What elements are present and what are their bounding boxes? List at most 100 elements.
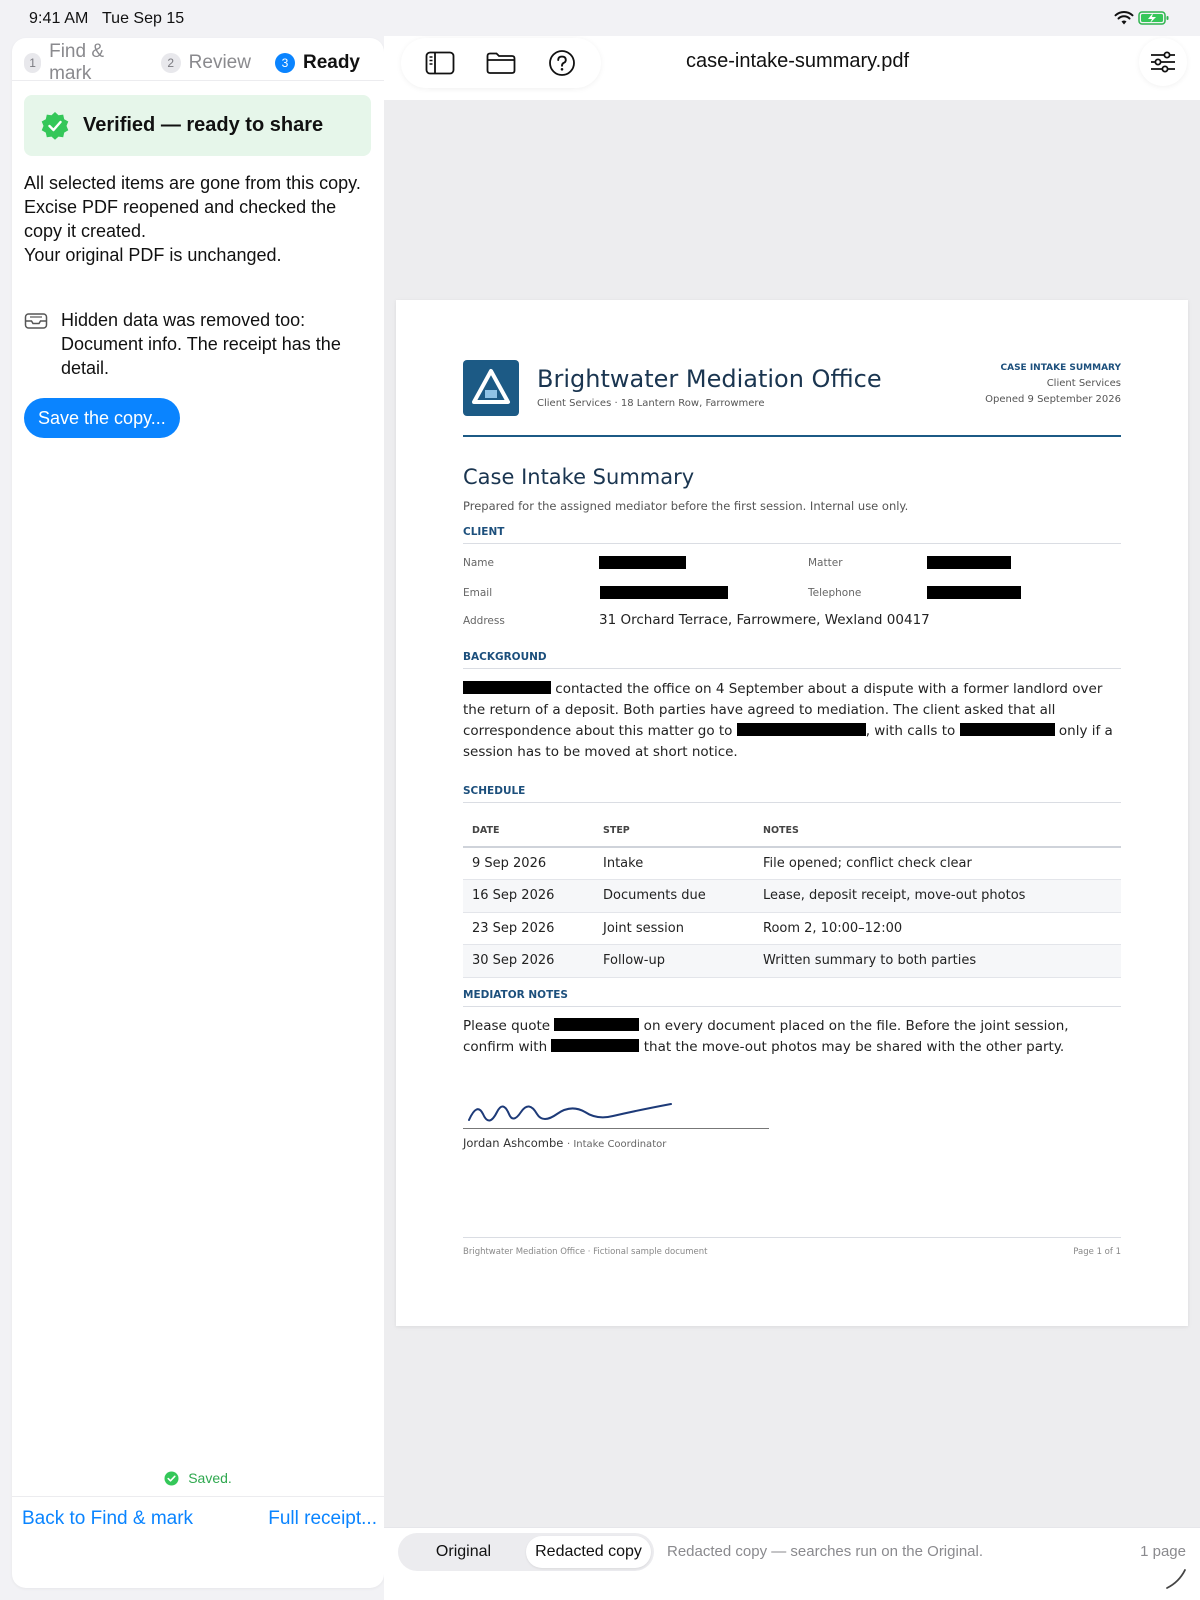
wifi-icon <box>1114 11 1134 25</box>
table-row: 16 Sep 2026 Documents due Lease, deposit… <box>463 879 1121 913</box>
mediator-notes-paragraph: Please quote on every document placed on… <box>463 1016 1123 1058</box>
message-line: Excise PDF reopened and checked the copy… <box>24 197 337 241</box>
open-file-button[interactable] <box>484 46 518 80</box>
org-address: Client Services · 18 Lantern Row, Farrow… <box>537 398 765 409</box>
background-paragraph: contacted the office on 4 September abou… <box>463 679 1123 763</box>
help-button[interactable] <box>545 46 579 80</box>
step-number: 1 <box>24 53 42 73</box>
verified-badge-icon <box>41 111 69 140</box>
paragraph-text: Please quote <box>463 1018 555 1034</box>
field-label-name: Name <box>463 557 494 569</box>
column-header: STEP <box>594 814 754 848</box>
hidden-data-text: Hidden data was removed too: Document in… <box>61 310 341 378</box>
doc-heading: Case Intake Summary <box>463 465 695 489</box>
doc-kind: CASE INTAKE SUMMARY <box>1000 363 1122 373</box>
field-value-address: 31 Orchard Terrace, Farrowmere, Wexland … <box>599 612 930 628</box>
page-count: 1 page <box>1140 1543 1186 1560</box>
signatory-name: Jordan Ashcombe <box>463 1136 564 1150</box>
org-name: Brightwater Mediation Office <box>537 365 882 393</box>
paragraph-text: , with calls to <box>865 723 960 739</box>
signatory: Jordan Ashcombe · Intake Coordinator <box>463 1136 666 1150</box>
document-title: case-intake-summary.pdf <box>685 50 910 72</box>
org-logo <box>463 360 519 416</box>
back-to-find-mark-link[interactable]: Back to Find & mark <box>22 1508 193 1530</box>
status-bar: 9:41 AM Tue Sep 15 <box>0 0 1200 36</box>
section-rule <box>463 1006 1121 1007</box>
table-cell: Documents due <box>594 879 754 913</box>
redaction-block <box>959 723 1055 736</box>
step-ready[interactable]: 3 Ready <box>274 52 360 74</box>
header-rule <box>463 435 1121 437</box>
resize-handle-icon[interactable] <box>1165 1566 1189 1590</box>
triangle-logo-icon <box>472 369 510 404</box>
message-line: All selected items are gone from this co… <box>24 173 361 193</box>
section-heading-background: BACKGROUND <box>463 651 547 663</box>
table-cell: 23 Sep 2026 <box>463 912 594 945</box>
table-cell: File opened; conflict check clear <box>754 847 1121 880</box>
schedule-table: DATE STEP NOTES 9 Sep 2026 Intake File o… <box>463 814 1121 978</box>
step-review[interactable]: 2 Review <box>160 52 251 74</box>
verified-banner: Verified — ready to share <box>24 95 371 156</box>
doc-department: Client Services <box>1046 378 1121 389</box>
section-heading-mediator-notes: MEDIATOR NOTES <box>463 989 568 1001</box>
signatory-role: · Intake Coordinator <box>566 1139 667 1150</box>
step-label: Ready <box>302 52 360 73</box>
folder-icon <box>486 52 516 74</box>
full-receipt-link[interactable]: Full receipt... <box>268 1508 377 1530</box>
divider <box>12 1496 384 1497</box>
redaction-block <box>600 586 728 599</box>
table-header-row: DATE STEP NOTES <box>463 814 1121 848</box>
segment-redacted-copy[interactable]: Redacted copy <box>526 1536 651 1568</box>
table-cell: Intake <box>594 847 754 880</box>
pdf-page: Brightwater Mediation Office Client Serv… <box>396 300 1188 1326</box>
column-header: DATE <box>463 814 594 848</box>
check-circle-icon <box>164 1471 179 1485</box>
status-time: 9:41 AM <box>29 10 89 27</box>
redaction-block <box>463 681 551 694</box>
step-find-mark[interactable]: 1 Find & mark <box>24 41 137 85</box>
toolbar-button-group <box>401 38 601 88</box>
battery-charging-icon <box>1138 11 1169 25</box>
field-label-address: Address <box>463 615 505 627</box>
table-cell: Lease, deposit receipt, move-out photos <box>754 879 1121 913</box>
redaction-block <box>551 1039 640 1052</box>
table-row: 23 Sep 2026 Joint session Room 2, 10:00–… <box>463 912 1121 945</box>
redaction-block <box>554 1018 640 1031</box>
table-cell: 16 Sep 2026 <box>463 879 594 913</box>
divider <box>12 80 384 81</box>
hidden-data-note: Hidden data was removed too: Document in… <box>24 308 369 380</box>
doc-header-meta: CASE INTAKE SUMMARY Client Services Open… <box>985 360 1121 408</box>
step-label: Review <box>188 52 251 73</box>
field-label-matter: Matter <box>808 557 843 569</box>
version-segmented-control: Original Redacted copy <box>398 1533 654 1571</box>
table-cell: 30 Sep 2026 <box>463 944 594 978</box>
table-row: 9 Sep 2026 Intake File opened; conflict … <box>463 847 1121 880</box>
table-cell: Joint session <box>594 912 754 945</box>
verified-title: Verified — ready to share <box>83 114 324 136</box>
redaction-block <box>927 556 1011 569</box>
sliders-icon <box>1151 51 1175 73</box>
page-footer-right: Page 1 of 1 <box>1073 1247 1121 1257</box>
save-copy-button[interactable]: Save the copy... <box>24 398 180 438</box>
section-rule <box>463 543 1121 544</box>
signature-image <box>468 1103 672 1122</box>
section-heading-schedule: SCHEDULE <box>463 785 526 797</box>
step-number: 2 <box>160 53 181 73</box>
page-footer-left: Brightwater Mediation Office · Fictional… <box>463 1247 708 1257</box>
section-rule <box>463 802 1121 803</box>
column-header: NOTES <box>754 814 1121 848</box>
step-indicator: 1 Find & mark 2 Review 3 Ready <box>24 41 384 84</box>
signature-line <box>463 1128 769 1129</box>
field-label-telephone: Telephone <box>808 587 862 599</box>
field-label-email: Email <box>463 587 493 599</box>
segment-original[interactable]: Original <box>401 1536 526 1568</box>
sidebar-icon <box>425 51 455 75</box>
doc-lede: Prepared for the assigned mediator befor… <box>463 499 909 513</box>
redaction-block <box>736 723 866 736</box>
redaction-block <box>599 556 686 569</box>
search-hint: Redacted copy — searches run on the Orig… <box>667 1543 984 1560</box>
sidebar-toggle-button[interactable] <box>423 46 457 80</box>
view-settings-button[interactable] <box>1139 38 1187 86</box>
help-icon <box>549 50 576 76</box>
result-message: All selected items are gone from this co… <box>24 171 364 267</box>
